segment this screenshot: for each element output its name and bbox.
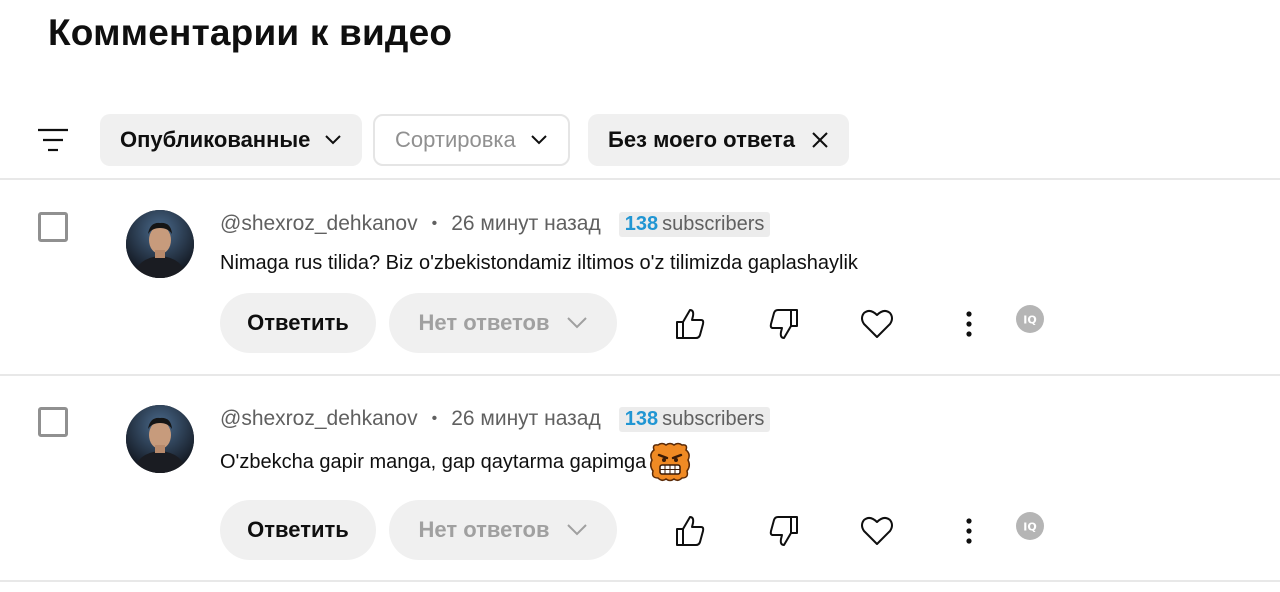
more-vert-icon[interactable]	[952, 514, 986, 548]
subscribers-badge: 138 subscribers	[618, 211, 771, 237]
comment-text-content: Nimaga rus tilida? Biz o'zbekistondamiz …	[220, 252, 858, 274]
like-icon[interactable]	[673, 514, 707, 548]
divider	[0, 580, 1280, 582]
dislike-icon[interactable]	[767, 307, 801, 341]
chevron-down-icon	[566, 317, 587, 329]
filter-bar: Опубликованные Сортировка Без моего отве…	[0, 112, 1280, 168]
comment-time[interactable]: 26 минут назад	[451, 407, 601, 431]
no-reply-filter-chip[interactable]: Без моего ответа	[588, 114, 850, 166]
page-title: Комментарии к видео	[48, 12, 453, 53]
author-name[interactable]: @shexroz_dehkanov	[220, 212, 418, 236]
no-reply-filter-label: Без моего ответа	[608, 127, 796, 152]
author-name[interactable]: @shexroz_dehkanov	[220, 407, 418, 431]
meta-separator: •	[431, 215, 438, 232]
subscribers-label: subscribers	[662, 407, 765, 430]
comment-time[interactable]: 26 минут назад	[451, 212, 601, 236]
subscribers-label: subscribers	[662, 212, 765, 235]
chevron-down-icon	[325, 135, 342, 145]
replies-label: Нет ответов	[418, 310, 550, 335]
comment-text: Nimaga rus tilida? Biz o'zbekistondamiz …	[220, 252, 858, 275]
meta-separator: •	[431, 410, 438, 427]
filter-icon[interactable]	[36, 126, 70, 154]
sort-chip[interactable]: Сортировка	[373, 114, 570, 166]
chevron-down-icon	[531, 135, 547, 145]
replies-dropdown[interactable]: Нет ответов	[389, 293, 617, 353]
svg-text:IQ: IQ	[1023, 314, 1036, 327]
reply-button[interactable]: Ответить	[220, 293, 376, 353]
chevron-down-icon	[566, 524, 587, 536]
comment-item: @shexroz_dehkanov • 26 минут назад 138 s…	[0, 180, 1280, 374]
comment-checkbox[interactable]	[38, 212, 68, 242]
comment-checkbox[interactable]	[38, 407, 68, 437]
like-icon[interactable]	[673, 307, 707, 341]
subscribers-count: 138	[624, 407, 659, 430]
iq-icon[interactable]: IQ	[1015, 304, 1045, 334]
published-filter-chip[interactable]: Опубликованные	[100, 114, 363, 166]
dislike-icon[interactable]	[767, 514, 801, 548]
comment-text: O'zbekcha gapir manga, gap qaytarma gapi…	[220, 440, 692, 484]
comment-meta: @shexroz_dehkanov • 26 минут назад 138 s…	[220, 209, 771, 239]
comment-text-content: O'zbekcha gapir manga, gap qaytarma gapi…	[220, 450, 647, 473]
avatar[interactable]	[126, 210, 194, 278]
avatar[interactable]	[126, 405, 194, 473]
comment-meta: @shexroz_dehkanov • 26 минут назад 138 s…	[220, 404, 771, 434]
iq-icon[interactable]: IQ	[1015, 511, 1045, 541]
comment-item: @shexroz_dehkanov • 26 минут назад 138 s…	[0, 376, 1280, 570]
comments-page: Комментарии к видео Опубликованные Сорти…	[0, 0, 1280, 592]
heart-icon[interactable]	[860, 307, 894, 341]
svg-text:IQ: IQ	[1023, 521, 1036, 534]
reply-button[interactable]: Ответить	[220, 500, 376, 560]
heart-icon[interactable]	[860, 514, 894, 548]
published-filter-label: Опубликованные	[120, 127, 311, 152]
more-vert-icon[interactable]	[952, 307, 986, 341]
replies-label: Нет ответов	[418, 517, 550, 542]
sort-label: Сортировка	[395, 127, 516, 152]
subscribers-count: 138	[624, 212, 659, 235]
subscribers-badge: 138 subscribers	[618, 406, 771, 432]
angry-emoji-icon	[650, 442, 691, 482]
close-icon[interactable]	[811, 131, 829, 149]
replies-dropdown[interactable]: Нет ответов	[389, 500, 617, 560]
